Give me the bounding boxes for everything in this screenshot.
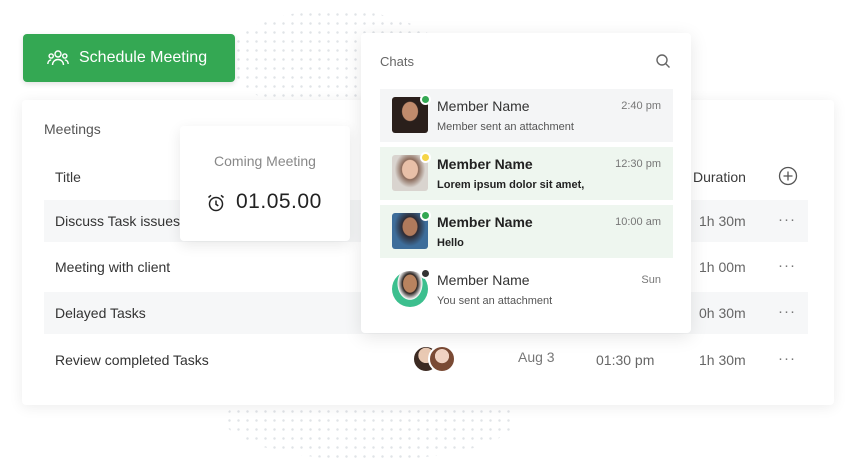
chats-panel: Chats Member Name Member sent an attachm… [361,33,691,333]
meeting-title: Meeting with client [55,259,171,275]
search-icon[interactable] [655,53,671,69]
meeting-duration: 1h 30m [699,352,746,368]
chat-member-name: Member Name [437,98,530,114]
meeting-time: 01:30 pm [596,352,655,368]
chat-time: 10:00 am [615,216,661,228]
table-row[interactable]: Review completed Tasks Aug 3 01:30 pm 1h… [44,339,808,381]
meeting-title: Discuss Task issues [55,213,181,229]
chat-time: 2:40 pm [621,100,661,112]
chat-last-message: You sent an attachment [437,295,553,307]
online-status-dot [420,210,431,221]
meeting-date: Aug 3 [518,349,555,365]
chat-last-message: Lorem ipsum dolor sit amet, [437,179,585,191]
chat-member-name: Member Name [437,156,533,172]
chat-time: Sun [641,274,661,286]
chat-item[interactable]: Member Name Lorem ipsum dolor sit amet, … [380,147,673,200]
more-options-icon[interactable]: ··· [778,211,796,228]
title-column-header: Title [55,169,81,185]
online-status-dot [420,94,431,105]
more-options-icon[interactable]: ··· [778,350,796,367]
add-meeting-icon[interactable] [778,166,798,186]
duration-column-header: Duration [693,169,746,185]
countdown-timer: 01.05.00 [236,190,322,213]
more-options-icon[interactable]: ··· [778,257,796,274]
offline-status-dot [420,268,431,279]
chat-item[interactable]: Member Name You sent an attachment Sun [380,263,673,316]
meeting-duration: 0h 30m [699,305,746,321]
chat-item[interactable]: Member Name Member sent an attachment 2:… [380,89,673,142]
more-options-icon[interactable]: ··· [778,303,796,320]
coming-meeting-card: Coming Meeting 01.05.00 [180,126,350,241]
meeting-duration: 1h 00m [699,259,746,275]
chat-time: 12:30 pm [615,158,661,170]
meeting-title: Delayed Tasks [55,305,146,321]
meetings-heading: Meetings [44,121,101,137]
chats-heading: Chats [380,54,414,69]
participant-avatars [412,345,458,375]
schedule-meeting-button[interactable]: Schedule Meeting [23,34,235,82]
chat-item[interactable]: Member Name Hello 10:00 am [380,205,673,258]
schedule-meeting-label: Schedule Meeting [79,49,208,66]
meeting-duration: 1h 30m [699,213,746,229]
coming-meeting-label: Coming Meeting [214,153,316,169]
away-status-dot [420,152,431,163]
people-group-icon [47,50,69,66]
chat-member-name: Member Name [437,272,530,288]
chat-last-message: Member sent an attachment [437,121,574,133]
meeting-title: Review completed Tasks [55,352,209,368]
chat-last-message: Hello [437,237,464,249]
avatar [428,345,456,373]
chat-member-name: Member Name [437,214,533,230]
alarm-clock-icon [208,194,224,212]
